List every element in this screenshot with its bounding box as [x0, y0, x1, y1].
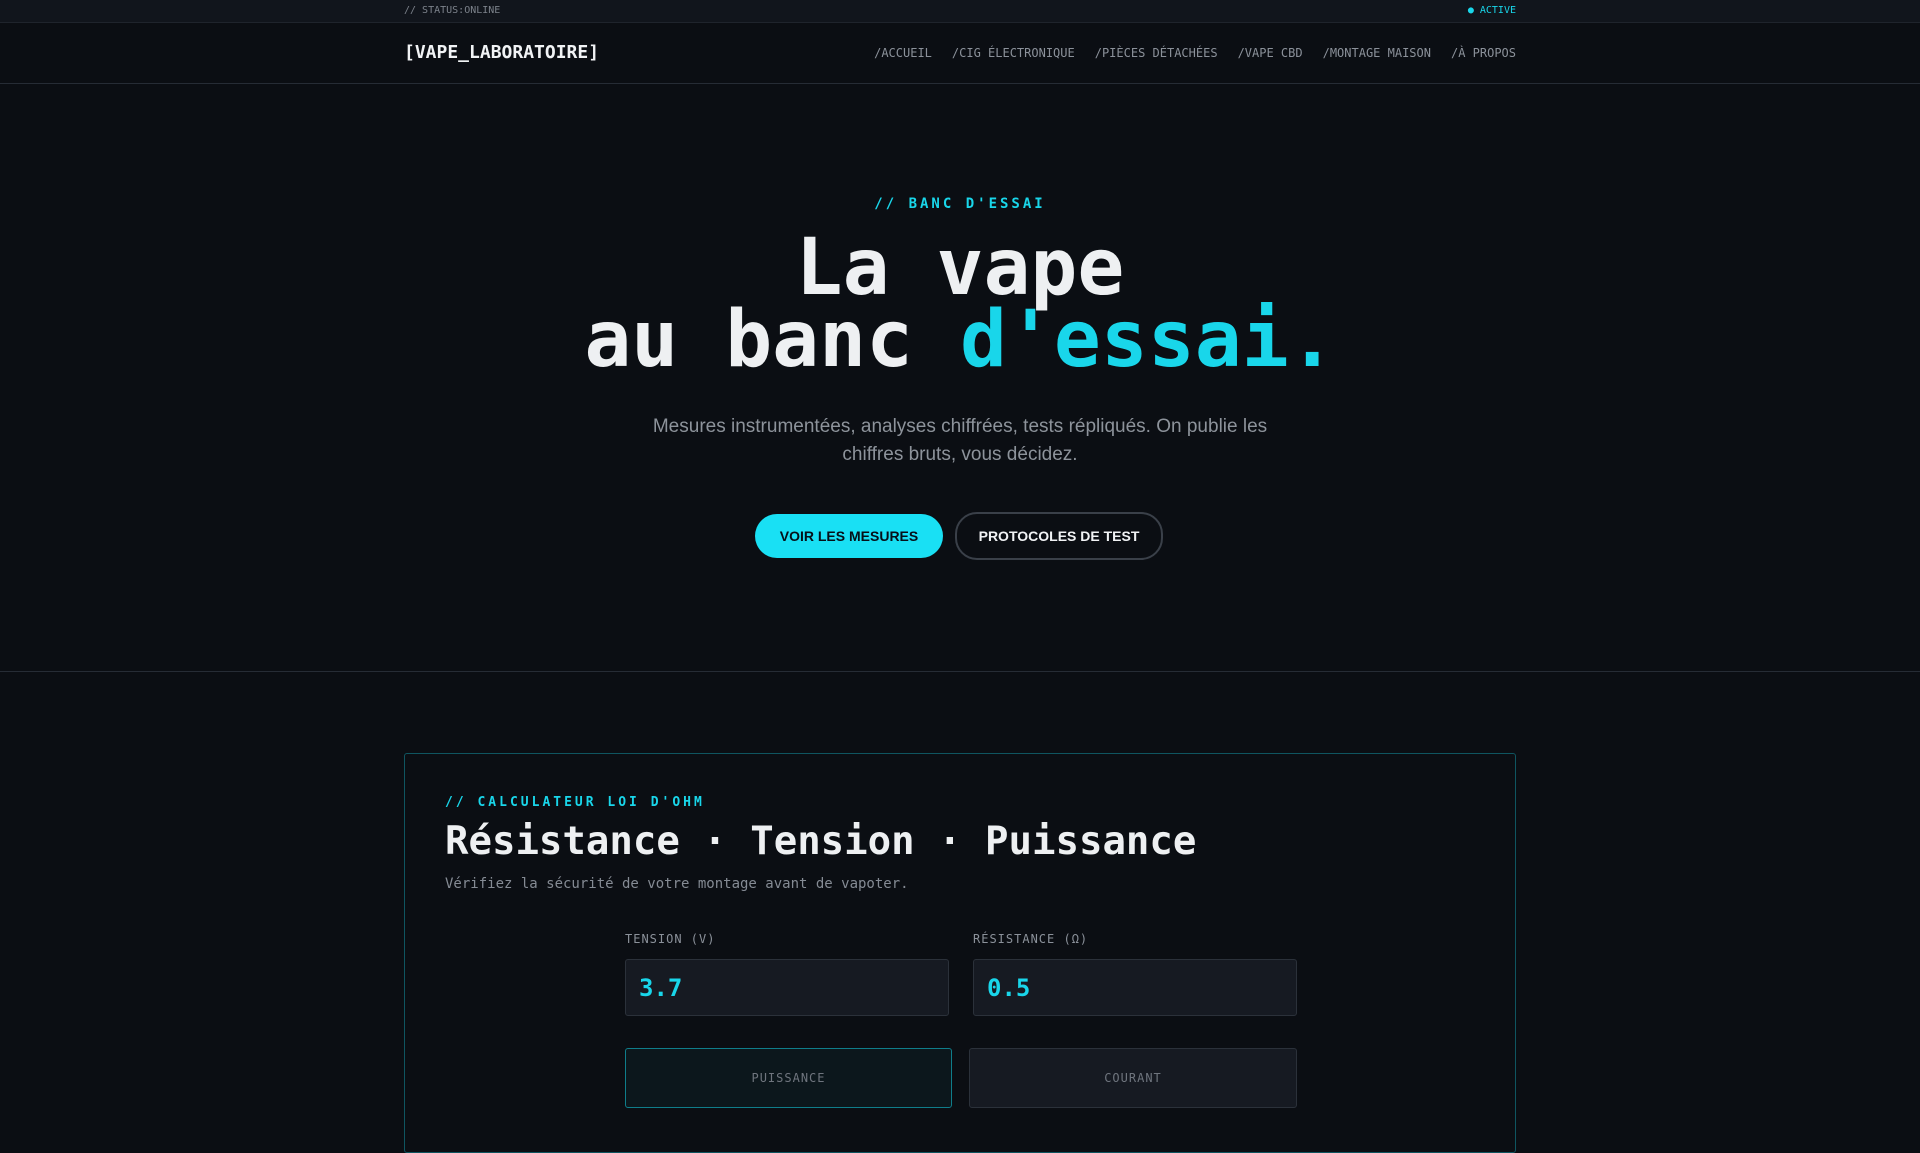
nav-item-a-propos[interactable]: /À PROPOS — [1451, 46, 1516, 60]
hero-title-line2: au banc — [584, 295, 960, 385]
hero-section: // BANC D'ESSAI La vape au banc d'essai.… — [0, 84, 1920, 672]
calculator-title: Résistance · Tension · Puissance — [445, 819, 1197, 864]
hero-title-accent: d'essai. — [960, 295, 1336, 385]
nav-item-accueil[interactable]: /ACCUEIL — [874, 46, 932, 60]
nav-item-montage-maison[interactable]: /MONTAGE MAISON — [1323, 46, 1431, 60]
calculator-label: // CALCULATEUR LOI D'OHM — [445, 795, 705, 810]
current-result: COURANT — [969, 1048, 1297, 1108]
site-logo[interactable]: [VAPE_LABORATOIRE] — [404, 42, 599, 63]
test-protocols-button[interactable]: PROTOCOLES DE TEST — [955, 512, 1163, 560]
view-measures-button[interactable]: VOIR LES MESURES — [755, 514, 943, 558]
resistance-input[interactable] — [973, 959, 1297, 1016]
active-indicator: ● ACTIVE — [1467, 5, 1516, 16]
power-result: PUISSANCE — [625, 1048, 952, 1108]
ohm-calculator-card: // CALCULATEUR LOI D'OHM Résistance · Te… — [404, 753, 1516, 1153]
voltage-input[interactable] — [625, 959, 949, 1016]
main-nav: [VAPE_LABORATOIRE] /ACCUEIL /CIG ÉLECTRO… — [0, 23, 1920, 84]
status-text: // STATUS:ONLINE — [404, 5, 501, 16]
nav-item-pieces-detachees[interactable]: /PIÈCES DÉTACHÉES — [1095, 46, 1218, 60]
status-bar: // STATUS:ONLINE ● ACTIVE — [0, 0, 1920, 23]
nav-item-vape-cbd[interactable]: /VAPE CBD — [1238, 46, 1303, 60]
hero-eyebrow: // BANC D'ESSAI — [874, 196, 1046, 212]
nav-item-cig-electronique[interactable]: /CIG ÉLECTRONIQUE — [952, 46, 1075, 60]
hero-subtitle: Mesures instrumentées, analyses chiffrée… — [652, 416, 1268, 465]
hero-title: La vape au banc d'essai. — [0, 229, 1920, 379]
voltage-label: TENSION (V) — [625, 932, 716, 946]
nav-menu: /ACCUEIL /CIG ÉLECTRONIQUE /PIÈCES DÉTAC… — [874, 46, 1516, 60]
calculator-subtitle: Vérifiez la sécurité de votre montage av… — [445, 876, 909, 892]
resistance-label: RÉSISTANCE (Ω) — [973, 932, 1089, 946]
